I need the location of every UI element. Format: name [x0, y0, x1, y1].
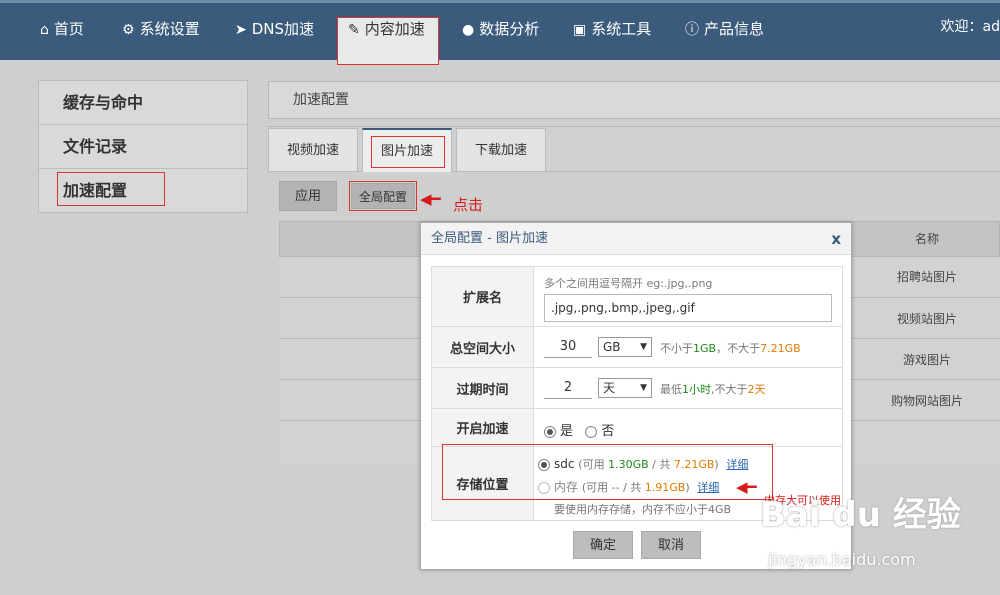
expire-hint: 最低1小时,不大于2天	[660, 381, 766, 397]
close-icon[interactable]: x	[831, 223, 841, 255]
gears-icon: ⚙	[122, 22, 135, 38]
enable-label: 开启加速	[432, 409, 534, 446]
expire-label: 过期时间	[432, 368, 534, 408]
hint-min: 1GB	[693, 342, 717, 355]
nav-item-dns[interactable]: ➤ DNS加速	[235, 14, 314, 44]
enable-options: 是 否	[544, 420, 614, 439]
column-header-name: 名称	[914, 232, 939, 246]
nav-item-home[interactable]: ⌂ 首页	[40, 14, 84, 44]
nav-item-content-accel[interactable]: ✎ 内容加速	[348, 14, 425, 44]
form-row-enable: 开启加速 是 否	[432, 409, 842, 447]
tab-download-accel[interactable]: 下载加速	[456, 128, 546, 172]
space-hint: 不小于1GB，不大于7.21GB	[660, 340, 801, 356]
chevron-down-icon: ▼	[640, 342, 647, 352]
nav-label: 内容加速	[364, 20, 425, 38]
cancel-button[interactable]: 取消	[641, 531, 701, 559]
radio-no-label: 否	[601, 424, 615, 439]
apply-button[interactable]: 应用	[279, 181, 337, 211]
hint-max: 7.21GB	[760, 342, 801, 355]
hint-max: 2天	[747, 383, 766, 396]
sidebar-item-file-records[interactable]: 文件记录	[39, 125, 247, 169]
nav-label: 首页	[53, 20, 84, 38]
nav-item-data-analysis[interactable]: ● 数据分析	[462, 14, 539, 44]
confirm-button[interactable]: 确定	[573, 531, 633, 559]
select-value: GB	[603, 340, 621, 354]
hint-text: ，不大于	[716, 342, 761, 355]
radio-no[interactable]	[585, 425, 598, 438]
nav-label: 产品信息	[704, 20, 765, 38]
sidebar: 缓存与命中 文件记录 加速配置	[38, 80, 248, 213]
tab-video-accel[interactable]: 视频加速	[268, 128, 358, 172]
table-cell-name: 购物网站图片	[890, 394, 963, 408]
chevron-down-icon: ▼	[640, 383, 647, 393]
home-icon: ⌂	[40, 22, 49, 38]
watermark-logo: Bai du 经验	[760, 495, 961, 535]
nav-item-system-tools[interactable]: ▣ 系统工具	[573, 14, 651, 44]
watermark-url: jingyan.baidu.com	[768, 550, 916, 569]
radio-yes-label: 是	[560, 424, 574, 439]
table-cell-name: 招聘站图片	[896, 270, 957, 284]
space-unit-select[interactable]: GB ▼	[598, 337, 652, 357]
send-icon: ➤	[235, 22, 247, 38]
nav-label: DNS加速	[251, 20, 315, 38]
space-input[interactable]: 30	[544, 337, 592, 358]
table-cell-name: 视频站图片	[896, 312, 957, 326]
highlight-box	[442, 444, 773, 500]
storage-note: 要使用内存存储，内存不应小于4GB	[554, 503, 732, 516]
form-row-space: 总空间大小 30 GB ▼ 不小于1GB，不大于7.21GB	[432, 327, 842, 368]
hint-text: 不小于	[660, 342, 693, 355]
user-icon: ●	[462, 22, 475, 38]
briefcase-icon: ▣	[573, 22, 587, 38]
tab-image-accel[interactable]: 图片加速	[362, 128, 452, 172]
page-title: 加速配置	[268, 81, 1000, 119]
nav-label: 数据分析	[479, 20, 540, 38]
edit-icon: ✎	[348, 22, 360, 38]
highlight-box	[57, 172, 165, 206]
nav-item-system-settings[interactable]: ⚙ 系统设置	[122, 14, 200, 44]
sidebar-item-cache-hit[interactable]: 缓存与命中	[39, 81, 247, 125]
expire-unit-select[interactable]: 天 ▼	[598, 378, 652, 398]
form-row-extension: 扩展名 多个之间用逗号隔开 eg:.jpg,.png .jpg,.png,.bm…	[432, 267, 842, 327]
table-cell-name: 游戏图片	[902, 353, 951, 367]
nav-label: 系统设置	[139, 20, 200, 38]
highlight-box	[371, 136, 445, 168]
welcome-text[interactable]: 欢迎：ad	[941, 16, 1000, 36]
arrow-icon: ◀━	[736, 478, 757, 496]
hint-text: 最低	[660, 383, 682, 396]
hint-min: 1小时	[682, 383, 711, 396]
radio-yes[interactable]	[544, 425, 556, 438]
arrow-icon: ◀━	[420, 190, 441, 208]
extension-input[interactable]: .jpg,.png,.bmp,.jpeg,.gif	[544, 294, 832, 322]
highlight-box	[349, 181, 417, 211]
form-row-expire: 过期时间 2 天 ▼ 最低1小时,不大于2天	[432, 368, 842, 409]
hint-text: ,不大于	[711, 383, 748, 396]
extension-label: 扩展名	[432, 267, 534, 326]
space-label: 总空间大小	[432, 327, 534, 367]
nav-label: 系统工具	[591, 20, 652, 38]
select-value: 天	[603, 381, 616, 395]
expire-input[interactable]: 2	[544, 378, 592, 399]
info-icon: ⓘ	[685, 22, 699, 38]
sidebar-item-accel-config[interactable]: 加速配置	[39, 169, 247, 212]
extension-hint: 多个之间用逗号隔开 eg:.jpg,.png	[544, 277, 713, 290]
annotation-click: 点击	[453, 196, 484, 214]
nav-item-product-info[interactable]: ⓘ 产品信息	[685, 14, 764, 44]
dialog-title: 全局配置 - 图片加速	[421, 223, 851, 255]
